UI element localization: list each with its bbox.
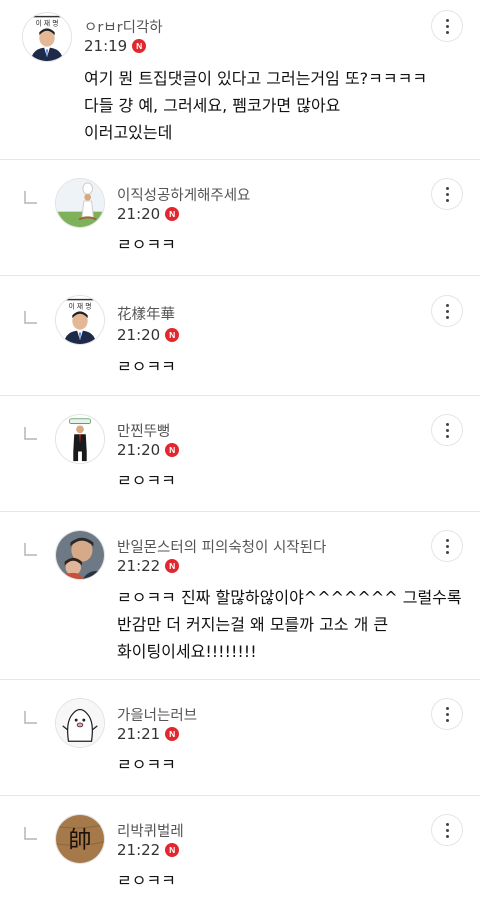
comment-text: ㄹㅇㅋㅋ (117, 471, 176, 490)
reply-arrow-icon (24, 427, 37, 440)
new-badge: N (132, 39, 147, 53)
comment-author[interactable]: 만찐뚜뻥 (117, 420, 170, 441)
reply-arrow-icon (24, 711, 37, 724)
more-options-button[interactable] (431, 10, 463, 42)
comment-time: 21:20 (117, 326, 161, 344)
new-badge: N (165, 328, 180, 342)
comment-text: ㄹㅇㅋㅋ 진짜 할많하않이야^^^^^^^ 그럴수록 반감만 더 커지는걸 왜 … (117, 588, 462, 661)
comment-meta: 21:20 N (117, 326, 180, 344)
new-badge: N (165, 843, 180, 857)
comment-author[interactable]: 이직성공하게해주세요 (117, 184, 250, 205)
comment-author[interactable]: ㅇrㅂr디각하 (84, 16, 163, 37)
comment-meta: 21:21 N (117, 725, 180, 743)
reply-item: 帥 리박퀴벌레 21:22 N ㄹㅇㅋㅋ (0, 796, 480, 911)
comment-meta: 21:20 N (117, 441, 180, 459)
new-badge: N (165, 559, 180, 573)
comment-time: 21:21 (117, 725, 161, 743)
reply-arrow-icon (24, 543, 37, 556)
svg-text:이 재 명: 이 재 명 (36, 18, 59, 27)
comment-text: ㄹㅇㅋㅋ (117, 871, 176, 890)
svg-text:帥: 帥 (68, 828, 91, 854)
reply-item: 가을너는러브 21:21 N ㄹㅇㅋㅋ (0, 680, 480, 796)
politician-portrait-avatar[interactable]: 이 재 명 (55, 295, 105, 345)
comment-author[interactable]: 반일몬스터의 피의숙청이 시작된다 (117, 536, 326, 557)
reply-arrow-icon (24, 827, 37, 840)
more-options-button[interactable] (431, 530, 463, 562)
comment-meta: 21:19 N (84, 37, 147, 55)
more-options-button[interactable] (431, 698, 463, 730)
comment-text: ㄹㅇㅋㅋ (117, 755, 176, 774)
reply-item: 이직성공하게해주세요 21:20 N ㄹㅇㅋㅋ (0, 160, 480, 276)
new-badge: N (165, 443, 180, 457)
new-badge: N (165, 207, 180, 221)
reply-item: 반일몬스터의 피의숙청이 시작된다 21:22 N ㄹㅇㅋㅋ 진짜 할많하않이야… (0, 512, 480, 680)
comment-meta: 21:22 N (117, 557, 180, 575)
comment-time: 21:22 (117, 841, 161, 859)
more-options-button[interactable] (431, 178, 463, 210)
comment-time: 21:20 (117, 441, 161, 459)
reply-item: 만찐뚜뻥 21:20 N ㄹㅇㅋㅋ (0, 396, 480, 512)
comment-author[interactable]: 가을너는러브 (117, 704, 197, 725)
comment-text: ㄹㅇㅋㅋ (117, 235, 176, 254)
comment-author[interactable]: 花樣年華 (117, 303, 175, 324)
comment-text: ㄹㅇㅋㅋ (117, 357, 176, 376)
reply-arrow-icon (24, 191, 37, 204)
comment-time: 21:19 (84, 37, 128, 55)
politician-portrait-avatar[interactable]: 이 재 명 (22, 12, 72, 62)
suited-man-avatar[interactable] (55, 414, 105, 464)
comment-meta: 21:22 N (117, 841, 180, 859)
more-options-button[interactable] (431, 295, 463, 327)
cartoon-character-avatar[interactable] (55, 698, 105, 748)
comment-item: 이 재 명 ㅇrㅂr디각하 21:19 N 여기 뭔 트집댓글이 있다고 그러는… (0, 0, 480, 160)
svg-text:이 재 명: 이 재 명 (69, 301, 92, 310)
more-options-button[interactable] (431, 414, 463, 446)
comment-meta: 21:20 N (117, 205, 180, 223)
chef-on-field-avatar[interactable] (55, 178, 105, 228)
couple-photo-avatar[interactable] (55, 530, 105, 580)
reply-arrow-icon (24, 311, 37, 324)
comment-author[interactable]: 리박퀴벌레 (117, 820, 184, 841)
comment-text: 여기 뭔 트집댓글이 있다고 그러는거임 또?ㅋㅋㅋㅋ 다들 걍 예, 그러세요… (84, 69, 428, 142)
more-options-button[interactable] (431, 814, 463, 846)
reply-item: 이 재 명 花樣年華 21:20 N ㄹㅇㅋㅋ (0, 276, 480, 396)
comment-time: 21:20 (117, 205, 161, 223)
comment-thread: 이 재 명 ㅇrㅂr디각하 21:19 N 여기 뭔 트집댓글이 있다고 그러는… (0, 0, 480, 911)
calligraphy-wood-avatar[interactable]: 帥 (55, 814, 105, 864)
comment-time: 21:22 (117, 557, 161, 575)
new-badge: N (165, 727, 180, 741)
